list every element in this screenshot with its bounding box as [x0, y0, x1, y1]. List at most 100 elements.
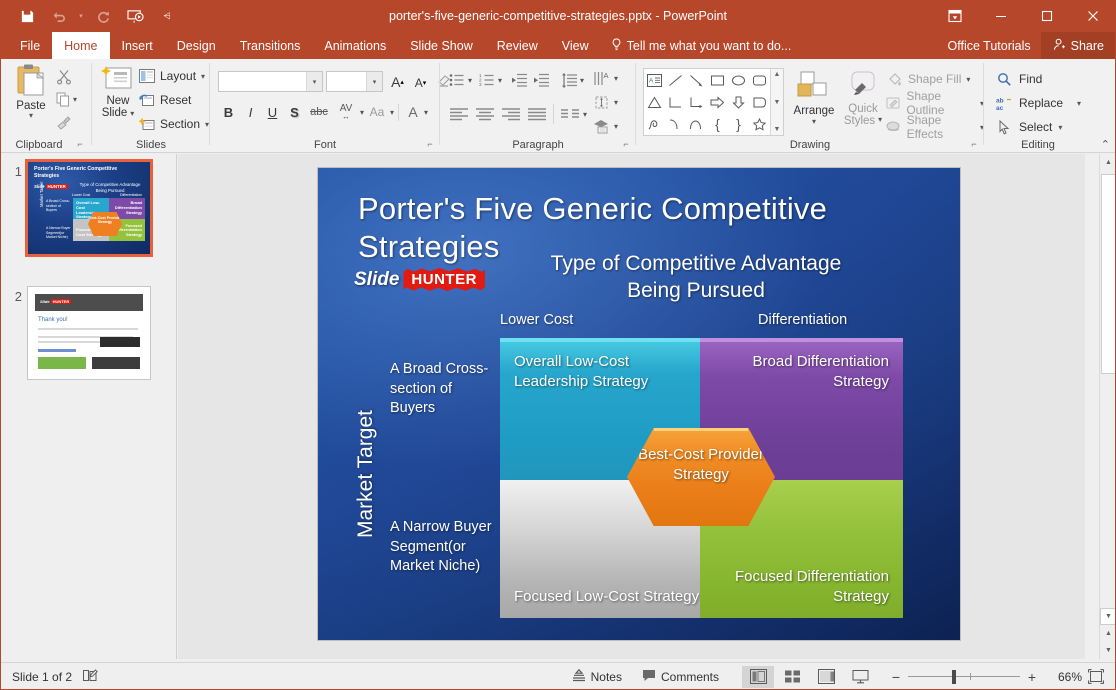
scroll-down-icon[interactable]: ▼ [1100, 608, 1116, 625]
zoom-out-button[interactable]: − [886, 669, 906, 685]
decrease-font-size-button[interactable]: A▾ [410, 72, 431, 94]
previous-slide-icon[interactable]: ▲ [1100, 625, 1116, 642]
thumbnail-frame-1[interactable]: Porter's Five Generic Competitive Strate… [28, 162, 150, 254]
slide-subtitle[interactable]: Type of Competitive Advantage Being Purs… [546, 250, 846, 305]
numbering-button[interactable]: 123 [476, 69, 498, 91]
thumbnail-slide-2[interactable]: 2 Slide HUNTER Thank you! [6, 287, 150, 379]
zoom-slider[interactable] [908, 667, 1020, 687]
font-size-dropdown-icon[interactable]: ▾ [366, 72, 382, 91]
thumbnail-slide-1[interactable]: 1 Porter's Five Generic Competitive Stra… [6, 162, 150, 254]
replace-button[interactable]: abac Replace ▾ [996, 91, 1081, 115]
shape-right-arrow-icon[interactable] [707, 91, 728, 113]
slideshow-icon[interactable] [120, 2, 150, 30]
font-name-dropdown-icon[interactable]: ▾ [306, 72, 322, 91]
line-spacing-button[interactable] [558, 69, 580, 91]
shape-curve-icon[interactable] [665, 113, 686, 135]
shapes-gallery-more-icon[interactable]: ▼ [774, 126, 781, 133]
italic-button[interactable]: I [240, 101, 261, 123]
select-button[interactable]: Select ▾ [996, 115, 1081, 139]
minimize-button[interactable] [978, 0, 1024, 32]
zoom-slider-handle[interactable] [952, 670, 956, 684]
next-slide-icon[interactable]: ▼ [1100, 642, 1116, 659]
view-slide-show-button[interactable] [844, 666, 876, 688]
notes-button[interactable]: Notes [563, 666, 631, 688]
new-slide-button[interactable]: New Slide ▾ [94, 63, 142, 119]
shapes-gallery-scrollbar[interactable]: ▲ ▼ ▼ [770, 69, 783, 135]
office-tutorials-link[interactable]: Office Tutorials [938, 39, 1041, 53]
shape-arc-icon[interactable] [686, 113, 707, 135]
paste-button[interactable]: Paste ▾ [8, 63, 54, 120]
section-button[interactable]: Section ▾ [138, 112, 209, 136]
font-color-dropdown-icon[interactable]: ▾ [424, 108, 428, 117]
notes-page-icon[interactable] [82, 668, 98, 686]
increase-indent-button[interactable] [530, 69, 552, 91]
layout-dropdown-icon[interactable]: ▾ [201, 72, 205, 81]
thumbnail-frame-2[interactable]: Slide HUNTER Thank you! [28, 287, 150, 379]
collapse-ribbon-icon[interactable]: ⌃ [1101, 138, 1110, 151]
axis-label-market-target[interactable]: Market Target [354, 410, 378, 538]
save-icon[interactable] [12, 2, 42, 30]
align-center-button[interactable] [472, 103, 498, 125]
tab-home[interactable]: Home [52, 32, 109, 59]
tab-view[interactable]: View [550, 32, 601, 59]
close-button[interactable] [1070, 0, 1116, 32]
decrease-indent-button[interactable] [508, 69, 530, 91]
line-spacing-dropdown-icon[interactable]: ▾ [580, 76, 584, 85]
scrollbar-track[interactable] [1100, 171, 1116, 582]
bold-button[interactable]: B [218, 101, 239, 123]
layout-button[interactable]: Layout ▾ [138, 64, 209, 88]
tab-slide-show[interactable]: Slide Show [398, 32, 485, 59]
justify-button[interactable] [524, 103, 550, 125]
columns-dropdown-icon[interactable]: ▾ [583, 110, 587, 119]
shape-arrow-icon[interactable] [686, 69, 707, 91]
arrange-dropdown-icon[interactable]: ▾ [791, 117, 837, 126]
shape-left-brace-icon[interactable]: { [707, 113, 728, 135]
view-slide-sorter-button[interactable] [776, 666, 808, 688]
shape-fill-dropdown-icon[interactable]: ▾ [966, 75, 970, 84]
copy-button[interactable]: ▾ [56, 88, 92, 111]
shapes-scroll-up-icon[interactable]: ▲ [774, 71, 781, 78]
shape-elbow-connector-icon[interactable] [665, 91, 686, 113]
new-slide-dropdown-icon[interactable]: ▾ [130, 109, 134, 118]
view-reading-button[interactable] [810, 666, 842, 688]
convert-smartart-dropdown-icon[interactable]: ▾ [614, 122, 618, 131]
paragraph-dialog-launcher[interactable]: ⌐ [620, 138, 632, 150]
tab-review[interactable]: Review [485, 32, 550, 59]
axis-label-lower-cost[interactable]: Lower Cost [500, 312, 573, 328]
shape-scribble-icon[interactable] [644, 113, 665, 135]
zoom-level-label[interactable]: 66% [1044, 670, 1082, 684]
undo-dropdown-icon[interactable]: ▾ [76, 2, 86, 30]
customize-qat-icon[interactable]: ⩤ [152, 2, 182, 30]
find-button[interactable]: Find [996, 67, 1081, 91]
shape-effects-button[interactable]: Shape Effects ▾ [886, 115, 984, 139]
zoom-in-button[interactable]: + [1022, 669, 1042, 685]
quick-styles-button[interactable]: Quick Styles ▾ [840, 71, 886, 127]
strikethrough-button[interactable]: abc [306, 101, 332, 123]
bullets-button[interactable] [446, 69, 468, 91]
tab-design[interactable]: Design [165, 32, 228, 59]
shape-elbow-arrow-icon[interactable] [686, 91, 707, 113]
select-dropdown-icon[interactable]: ▾ [1058, 123, 1062, 132]
clipboard-dialog-launcher[interactable]: ⌐ [74, 138, 86, 150]
shape-right-brace-icon[interactable]: } [728, 113, 749, 135]
share-button[interactable]: Share [1041, 32, 1116, 59]
axis-label-differentiation[interactable]: Differentiation [758, 312, 847, 328]
font-dialog-launcher[interactable]: ⌐ [424, 138, 436, 150]
change-case-dropdown-icon[interactable]: ▾ [390, 108, 394, 117]
shape-outline-button[interactable]: Shape Outline ▾ [886, 91, 984, 115]
vertical-scrollbar[interactable]: ▲ ▼ ▲ ▼ [1099, 154, 1116, 659]
fit-slide-to-window-button[interactable] [1084, 666, 1108, 688]
slide-canvas[interactable]: Porter's Five Generic Competitive Strate… [318, 168, 960, 640]
ribbon-display-options-icon[interactable] [932, 0, 978, 32]
bullets-dropdown-icon[interactable]: ▾ [468, 76, 472, 85]
align-right-button[interactable] [498, 103, 524, 125]
shape-star-icon[interactable] [749, 113, 770, 135]
best-cost-hexagon[interactable]: Best-Cost Provider Strategy [627, 428, 775, 526]
shape-fill-button[interactable]: Shape Fill ▾ [886, 67, 984, 91]
character-spacing-dropdown-icon[interactable]: ▾ [360, 108, 364, 117]
tab-insert[interactable]: Insert [110, 32, 165, 59]
shape-rectangle-icon[interactable] [707, 69, 728, 91]
drawing-dialog-launcher[interactable]: ⌐ [968, 138, 980, 150]
arrange-button[interactable]: Arrange ▾ [791, 71, 837, 126]
change-case-button[interactable]: Aa [365, 101, 389, 123]
